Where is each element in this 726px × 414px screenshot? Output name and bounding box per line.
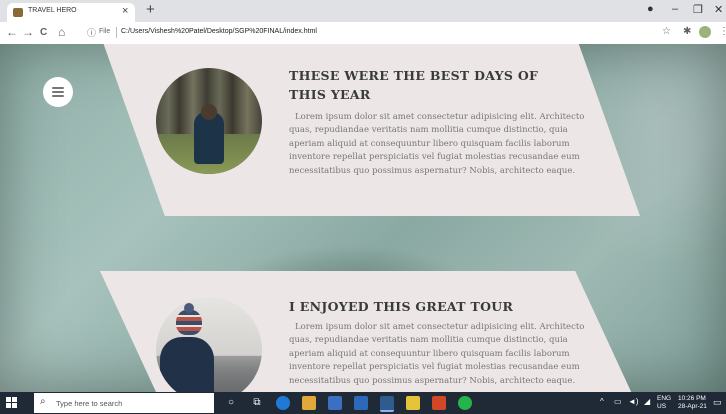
site-favicon-icon bbox=[13, 8, 23, 17]
menu-line bbox=[52, 91, 64, 93]
browser-toolbar: ← → C ⌂ ⓘ File C:/Users/Vishesh%20Patel/… bbox=[0, 22, 726, 45]
tab-close-button[interactable]: × bbox=[122, 5, 128, 17]
edge-icon[interactable] bbox=[276, 396, 290, 410]
menu-line bbox=[52, 87, 64, 89]
page-viewport: THESE WERE THE BEST DAYS OF THIS YEAR Lo… bbox=[0, 44, 726, 392]
lang-top: ENG bbox=[657, 395, 672, 402]
extensions-icon[interactable]: ✱ bbox=[683, 26, 691, 37]
tab-title: TRAVEL HERO bbox=[28, 7, 77, 14]
card-text: Lorem ipsum dolor sit amet consectetur a… bbox=[289, 322, 585, 386]
account-icon[interactable]: ● bbox=[647, 3, 654, 15]
search-icon: ⌕ bbox=[40, 396, 46, 407]
close-window-button[interactable]: ✕ bbox=[714, 3, 723, 16]
home-button[interactable]: ⌂ bbox=[58, 25, 65, 39]
taskbar-search-input[interactable]: ⌕ Type here to search bbox=[34, 393, 214, 413]
photo-person bbox=[160, 337, 214, 392]
whatsapp-icon[interactable] bbox=[458, 396, 472, 410]
mountain-photo bbox=[156, 297, 262, 392]
clock[interactable]: 10:26 PM 28-Apr-21 bbox=[678, 395, 707, 411]
app-icon[interactable] bbox=[406, 396, 420, 410]
clock-time: 10:26 PM bbox=[678, 395, 706, 402]
forest-photo bbox=[156, 68, 262, 174]
hamburger-menu-button[interactable] bbox=[43, 77, 73, 107]
mail-icon[interactable] bbox=[354, 396, 368, 410]
new-tab-button[interactable]: + bbox=[146, 1, 155, 18]
card-title: I ENJOYED THIS GREAT TOUR bbox=[289, 299, 514, 314]
network-icon[interactable]: ◢ bbox=[644, 398, 650, 406]
file-explorer-icon[interactable] bbox=[302, 396, 316, 410]
search-placeholder: Type here to search bbox=[56, 399, 123, 408]
restore-button[interactable]: ❐ bbox=[693, 3, 703, 16]
back-button[interactable]: ← bbox=[6, 25, 18, 39]
browser-tab[interactable]: TRAVEL HERO × bbox=[7, 3, 135, 22]
cortana-icon[interactable]: ○ bbox=[224, 396, 238, 410]
reload-button[interactable]: C bbox=[40, 27, 47, 38]
task-view-icon[interactable]: ⧉ bbox=[250, 396, 264, 410]
volume-icon[interactable]: ◄) bbox=[628, 398, 639, 406]
clock-date: 28-Apr-21 bbox=[678, 403, 707, 410]
lang-bottom: US bbox=[657, 403, 667, 410]
info-icon[interactable]: ⓘ bbox=[87, 26, 96, 39]
store-icon[interactable] bbox=[328, 396, 342, 410]
menu-line bbox=[52, 95, 64, 97]
language-indicator[interactable]: ENG US bbox=[657, 395, 671, 411]
forward-button[interactable]: → bbox=[22, 25, 34, 39]
card-text: Lorem ipsum dolor sit amet consectetur a… bbox=[289, 112, 585, 176]
powerpoint-icon[interactable] bbox=[432, 396, 446, 410]
divider bbox=[116, 27, 117, 38]
windows-taskbar: ⌕ Type here to search ○ ⧉ ^ ▭ ◄) ◢ ENG U… bbox=[0, 392, 726, 414]
notifications-icon[interactable]: ▭ bbox=[713, 398, 722, 407]
profile-avatar[interactable] bbox=[699, 26, 711, 38]
browser-tab-strip: TRAVEL HERO × + ● – ❐ ✕ bbox=[0, 0, 726, 22]
battery-icon[interactable]: ▭ bbox=[614, 398, 622, 406]
photo-head bbox=[201, 104, 217, 120]
windows-start-icon[interactable] bbox=[6, 397, 17, 408]
chrome-icon[interactable] bbox=[380, 396, 394, 412]
address-bar[interactable]: ⓘ File C:/Users/Vishesh%20Patel/Desktop/… bbox=[83, 25, 683, 41]
tray-chevron-icon[interactable]: ^ bbox=[600, 398, 604, 406]
scheme-label: File bbox=[99, 28, 111, 35]
url-text[interactable]: C:/Users/Vishesh%20Patel/Desktop/SGP%20F… bbox=[121, 28, 317, 35]
photo-pompom bbox=[184, 303, 194, 313]
minimize-button[interactable]: – bbox=[672, 3, 678, 15]
card-title: THESE WERE THE BEST DAYS OF THIS YEAR bbox=[289, 68, 539, 102]
star-icon[interactable]: ☆ bbox=[662, 26, 671, 37]
kebab-menu-icon[interactable]: ⋮ bbox=[719, 26, 726, 37]
